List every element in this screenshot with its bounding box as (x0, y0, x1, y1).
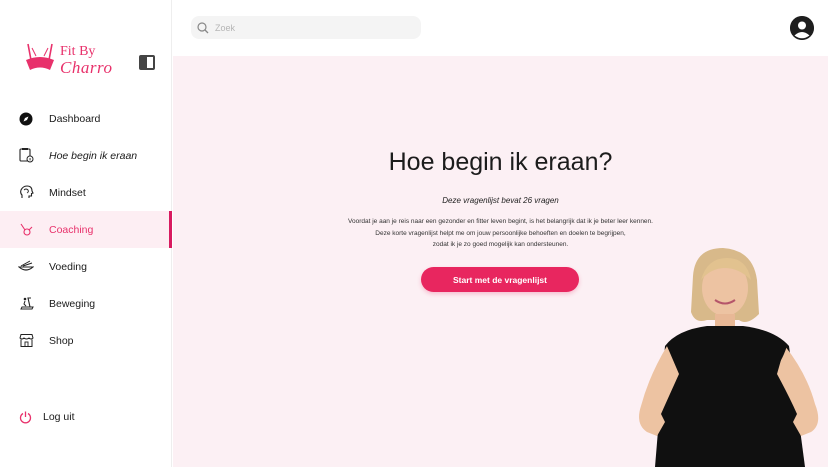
user-avatar-button[interactable] (790, 16, 814, 40)
brand-logo[interactable]: Fit By Charro (22, 40, 132, 82)
sidebar-item-mindset[interactable]: Mindset (0, 174, 172, 211)
bikini-logo-icon (26, 43, 54, 70)
start-questionnaire-button[interactable]: Start met de vragenlijst (421, 267, 579, 292)
search-input[interactable] (215, 22, 405, 33)
search-box[interactable] (191, 16, 421, 39)
sidebar-item-label: Voeding (49, 260, 87, 273)
clipboard-info-icon (18, 148, 34, 164)
sidebar-item-label: Beweging (49, 297, 96, 310)
sidebar: Fit By Charro Dashboard Hoe begin ik era… (0, 0, 172, 467)
main-content: Hoe begin ik eraan? Deze vragenlijst bev… (173, 56, 828, 467)
logout-button[interactable]: Log uit (18, 410, 75, 424)
treadmill-icon (18, 296, 34, 312)
compass-icon (18, 111, 34, 127)
sidebar-item-beweging[interactable]: Beweging (0, 285, 172, 322)
search-icon (197, 21, 209, 33)
intro-line: Voordat je aan je reis naar een gezonder… (348, 218, 653, 225)
page-title: Hoe begin ik eraan? (388, 148, 613, 176)
whistle-icon (18, 222, 34, 238)
coach-photo (639, 248, 819, 467)
sidebar-item-label: Mindset (49, 186, 86, 199)
sidebar-item-coaching[interactable]: Coaching (0, 211, 172, 248)
food-bowl-icon (18, 259, 34, 275)
logout-label: Log uit (43, 411, 75, 423)
head-brain-icon (18, 185, 34, 201)
brand-name-line2: Charro (60, 58, 113, 77)
power-icon (18, 410, 32, 424)
sidebar-item-label: Coaching (49, 223, 94, 236)
intro-line: Deze korte vragenlijst helpt me om jouw … (375, 229, 626, 237)
top-bar (173, 0, 828, 56)
user-icon (790, 16, 814, 40)
sidebar-item-label: Shop (49, 334, 74, 347)
sidebar-item-voeding[interactable]: Voeding (0, 248, 172, 285)
sidebar-item-label: Hoe begin ik eraan (49, 149, 138, 162)
sidebar-nav: Dashboard Hoe begin ik eraan Mindset Coa… (0, 100, 172, 359)
sidebar-item-shop[interactable]: Shop (0, 322, 172, 359)
store-icon (18, 333, 34, 349)
sidebar-item-hoe-begin-ik-eraan[interactable]: Hoe begin ik eraan (0, 137, 172, 174)
sidebar-item-label: Dashboard (49, 112, 101, 125)
questionnaire-count: Deze vragenlijst bevat 26 vragen (442, 196, 559, 205)
sidebar-collapse-icon[interactable] (139, 55, 155, 70)
sidebar-item-dashboard[interactable]: Dashboard (0, 100, 172, 137)
